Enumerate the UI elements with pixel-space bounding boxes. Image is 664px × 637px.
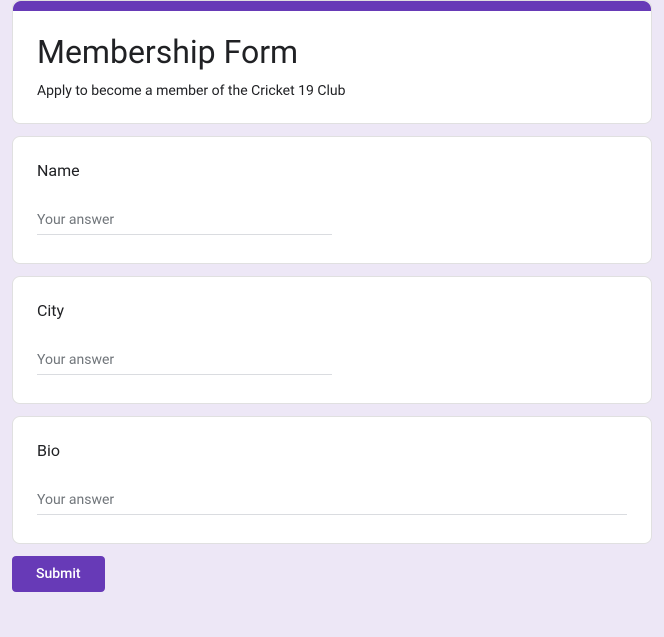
form-container: Membership Form Apply to become a member… bbox=[0, 0, 664, 604]
question-card-bio: Bio bbox=[12, 416, 652, 544]
question-label-city: City bbox=[37, 301, 627, 320]
header-content: Membership Form Apply to become a member… bbox=[13, 11, 651, 123]
header-card: Membership Form Apply to become a member… bbox=[12, 0, 652, 124]
form-title: Membership Form bbox=[37, 33, 627, 71]
city-input[interactable] bbox=[37, 348, 332, 375]
question-card-city: City bbox=[12, 276, 652, 404]
form-description: Apply to become a member of the Cricket … bbox=[37, 83, 627, 99]
question-label-name: Name bbox=[37, 161, 627, 180]
question-label-bio: Bio bbox=[37, 441, 627, 460]
name-input[interactable] bbox=[37, 208, 332, 235]
header-accent-bar bbox=[13, 1, 651, 11]
bio-input[interactable] bbox=[37, 488, 627, 515]
submit-button[interactable]: Submit bbox=[12, 556, 105, 592]
question-card-name: Name bbox=[12, 136, 652, 264]
